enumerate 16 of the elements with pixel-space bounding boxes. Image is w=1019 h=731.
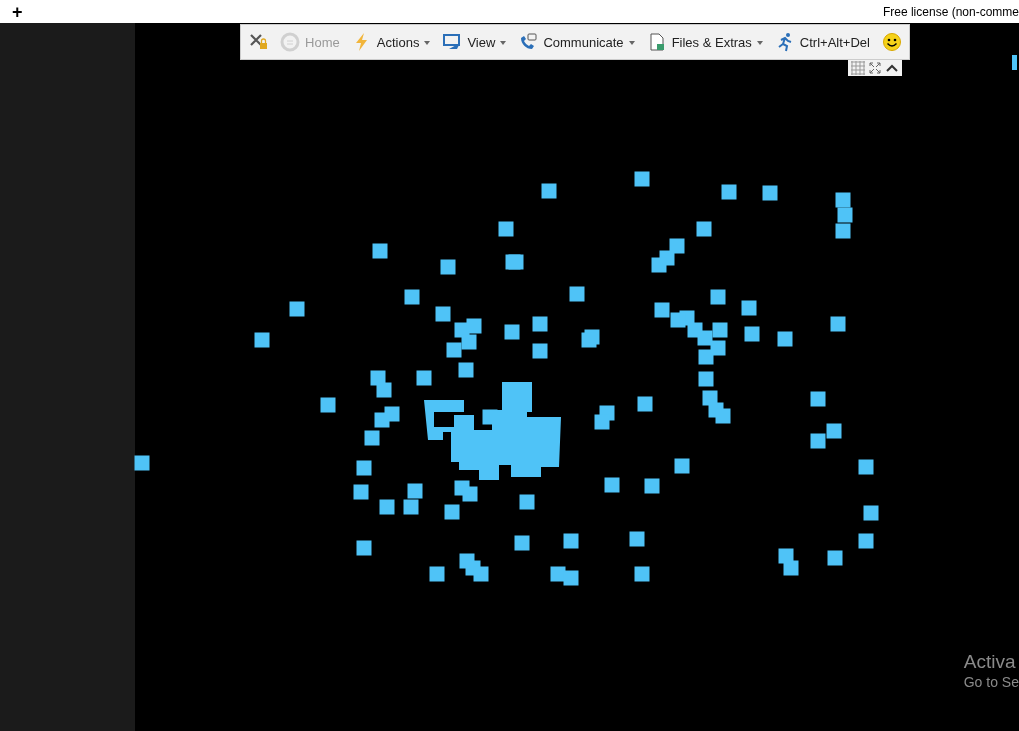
fullscreen-icon[interactable] xyxy=(868,61,882,75)
license-text: Free license (non-comme xyxy=(882,4,1019,19)
cross-lock-icon xyxy=(248,32,268,52)
toolbar-button[interactable]: Actions xyxy=(348,30,434,54)
activation-subtitle: Go to Se xyxy=(963,673,1019,691)
smiley-icon xyxy=(881,32,902,52)
toolbar-button[interactable]: Ctrl+Alt+Del xyxy=(771,30,873,54)
add-button[interactable]: + xyxy=(12,2,23,21)
toolbar-button[interactable]: Files & Extras xyxy=(643,30,766,54)
toolbar-button[interactable]: Communicate xyxy=(515,30,638,54)
monitor-icon xyxy=(442,32,463,52)
edge-marker xyxy=(1012,55,1017,70)
phone-chat-icon xyxy=(518,32,539,52)
activation-title: Activa xyxy=(963,651,1017,673)
toolbar-button[interactable]: View xyxy=(439,30,510,54)
circle-icon xyxy=(280,32,301,52)
